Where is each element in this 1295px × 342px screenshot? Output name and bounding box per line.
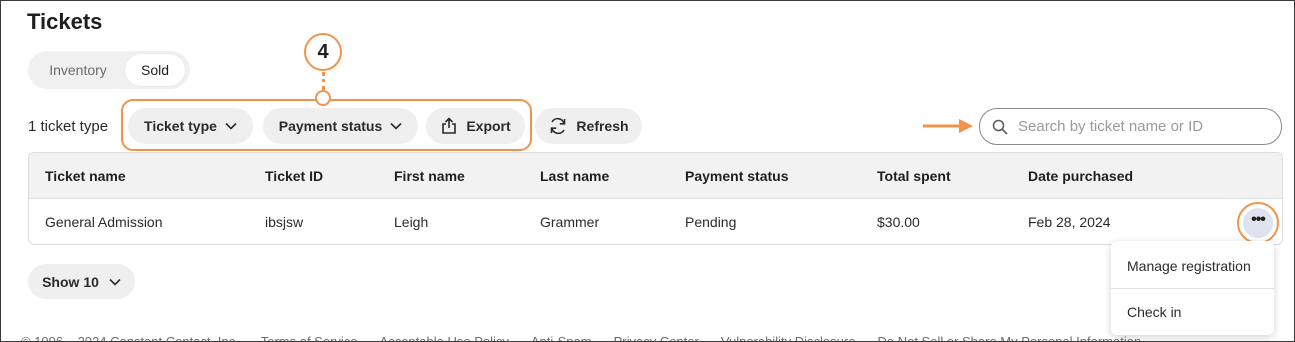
- search-icon: [992, 119, 1008, 135]
- tickets-page: Tickets Inventory Sold 1 ticket type Tic…: [0, 0, 1295, 342]
- tab-inventory[interactable]: Inventory: [31, 54, 125, 86]
- menu-item-check-in[interactable]: Check in: [1127, 304, 1181, 320]
- chevron-down-icon: [390, 122, 402, 130]
- header-first-name[interactable]: First name: [394, 168, 465, 184]
- arrow-right-icon: [923, 119, 973, 133]
- header-last-name[interactable]: Last name: [540, 168, 609, 184]
- footer-link-acceptable-use[interactable]: Acceptable Use Policy: [380, 334, 509, 341]
- footer-link-privacy[interactable]: Privacy Center: [614, 334, 699, 341]
- page-size-select[interactable]: Show 10: [28, 264, 135, 299]
- search-field[interactable]: [979, 108, 1282, 145]
- header-total-spent[interactable]: Total spent: [877, 168, 951, 184]
- tab-sold[interactable]: Sold: [125, 54, 185, 86]
- row-actions-button[interactable]: •••: [1237, 202, 1279, 244]
- more-horizontal-icon: •••: [1243, 208, 1273, 238]
- header-date-purchased[interactable]: Date purchased: [1028, 168, 1133, 184]
- ticket-type-filter-button[interactable]: Ticket type: [128, 108, 253, 144]
- refresh-button[interactable]: Refresh: [535, 108, 642, 144]
- cell-first-name: Leigh: [394, 214, 429, 230]
- header-payment-status[interactable]: Payment status: [685, 168, 788, 184]
- chevron-down-icon: [109, 278, 121, 286]
- cell-date-purchased: Feb 28, 2024: [1028, 214, 1111, 230]
- refresh-label: Refresh: [576, 118, 629, 134]
- menu-divider: [1111, 288, 1274, 289]
- search-input[interactable]: [1018, 118, 1268, 135]
- page-title: Tickets: [27, 9, 103, 34]
- footer-link-do-not-sell[interactable]: Do Not Sell or Share My Personal Informa…: [877, 334, 1141, 341]
- refresh-icon: [551, 117, 566, 135]
- footer-copyright: © 1996 – 2024 Constant Contact, Inc.: [21, 334, 239, 342]
- payment-status-label: Payment status: [278, 118, 383, 134]
- page-size-label: Show 10: [42, 273, 99, 290]
- cell-ticket-name: General Admission: [45, 214, 163, 230]
- header-ticket-id[interactable]: Ticket ID: [265, 168, 323, 184]
- export-label: Export: [466, 118, 511, 134]
- cell-last-name: Grammer: [540, 214, 600, 230]
- ticket-type-count: 1 ticket type: [28, 118, 109, 135]
- inventory-sold-toggle: Inventory Sold: [28, 51, 190, 89]
- cell-ticket-id: ibsjsw: [265, 214, 304, 230]
- menu-item-manage-registration[interactable]: Manage registration: [1127, 258, 1251, 274]
- row-actions-menu: Manage registration Check in: [1111, 241, 1274, 335]
- chevron-down-icon: [225, 122, 237, 130]
- footer-links: © 1996 – 2024 Constant Contact, Inc. Ter…: [21, 334, 1141, 342]
- footer-link-terms[interactable]: Terms of Service: [261, 334, 358, 341]
- cell-total-spent: $30.00: [877, 214, 920, 230]
- export-icon: [442, 117, 457, 134]
- cell-payment-status: Pending: [685, 214, 737, 230]
- payment-status-filter-button[interactable]: Payment status: [263, 108, 418, 144]
- callout-number-badge: 4: [304, 33, 342, 71]
- callout-connector: [322, 72, 325, 90]
- tickets-table: Ticket name Ticket ID First name Last na…: [28, 152, 1283, 245]
- footer-link-vulnerability[interactable]: Vulnerability Disclosure: [721, 334, 856, 341]
- callout-anchor: [315, 90, 331, 106]
- export-button[interactable]: Export: [426, 108, 525, 144]
- ticket-type-label: Ticket type: [144, 118, 217, 134]
- header-ticket-name[interactable]: Ticket name: [45, 168, 126, 184]
- footer-link-anti-spam[interactable]: Anti-Spam: [531, 334, 592, 341]
